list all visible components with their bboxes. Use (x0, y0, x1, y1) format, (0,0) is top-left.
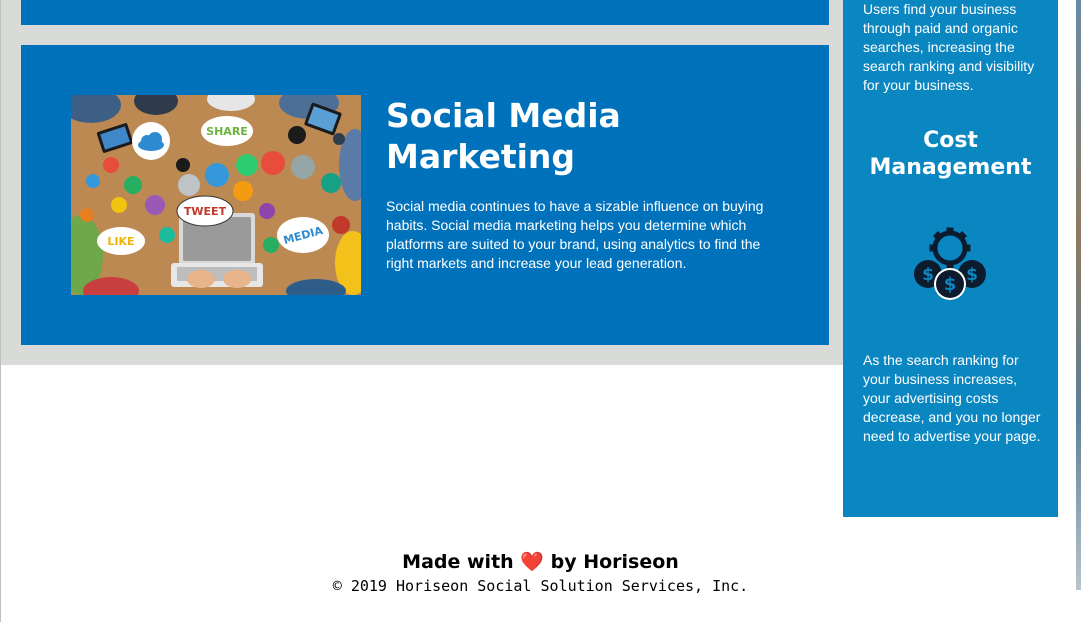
svg-text:$: $ (966, 265, 978, 285)
like-bubble: LIKE (97, 227, 145, 255)
social-media-marketing-section: SHARE TWEET LIKE MEDIA Social Media Mark… (21, 45, 829, 345)
svg-text:$: $ (922, 265, 934, 285)
page: SHARE TWEET LIKE MEDIA Social Media Mark… (0, 0, 1081, 622)
svg-text:$: $ (944, 274, 957, 295)
social-media-marketing-image: SHARE TWEET LIKE MEDIA (71, 95, 361, 295)
desktop-wallpaper-strip (1076, 0, 1081, 590)
social-media-marketing-title: Social Media Marketing (386, 96, 621, 176)
tweet-bubble: TWEET (176, 195, 234, 227)
cost-management-heading: Cost Management (869, 128, 1032, 180)
media-bubble: MEDIA (277, 217, 329, 253)
social-media-marketing-text: Social media continues to have a sizable… (386, 198, 764, 271)
cost-management-text: As the search ranking for your business … (863, 352, 1041, 444)
social-media-illustration: SHARE TWEET LIKE MEDIA (71, 95, 361, 295)
heart-icon: ❤️ (520, 551, 544, 573)
footer-made-with: Made with ❤️ by Horiseon (0, 549, 1081, 575)
tweet-label: TWEET (184, 205, 227, 218)
benefits-sidebar: Users find your business through paid an… (843, 0, 1058, 517)
footer-made-with-prefix: Made with (402, 551, 514, 573)
like-label: LIKE (107, 235, 134, 248)
previous-section-card (21, 0, 829, 25)
share-bubble: SHARE (201, 116, 253, 146)
share-label: SHARE (206, 125, 248, 138)
cloud-icon (132, 122, 170, 160)
cost-management-icon: $ $ $ (910, 226, 990, 306)
page-footer: Made with ❤️ by Horiseon © 2019 Horiseon… (0, 549, 1081, 597)
footer-made-with-suffix: by Horiseon (550, 551, 679, 573)
footer-copyright: © 2019 Horiseon Social Solution Services… (332, 577, 749, 595)
brand-awareness-text: Users find your business through paid an… (863, 1, 1035, 93)
